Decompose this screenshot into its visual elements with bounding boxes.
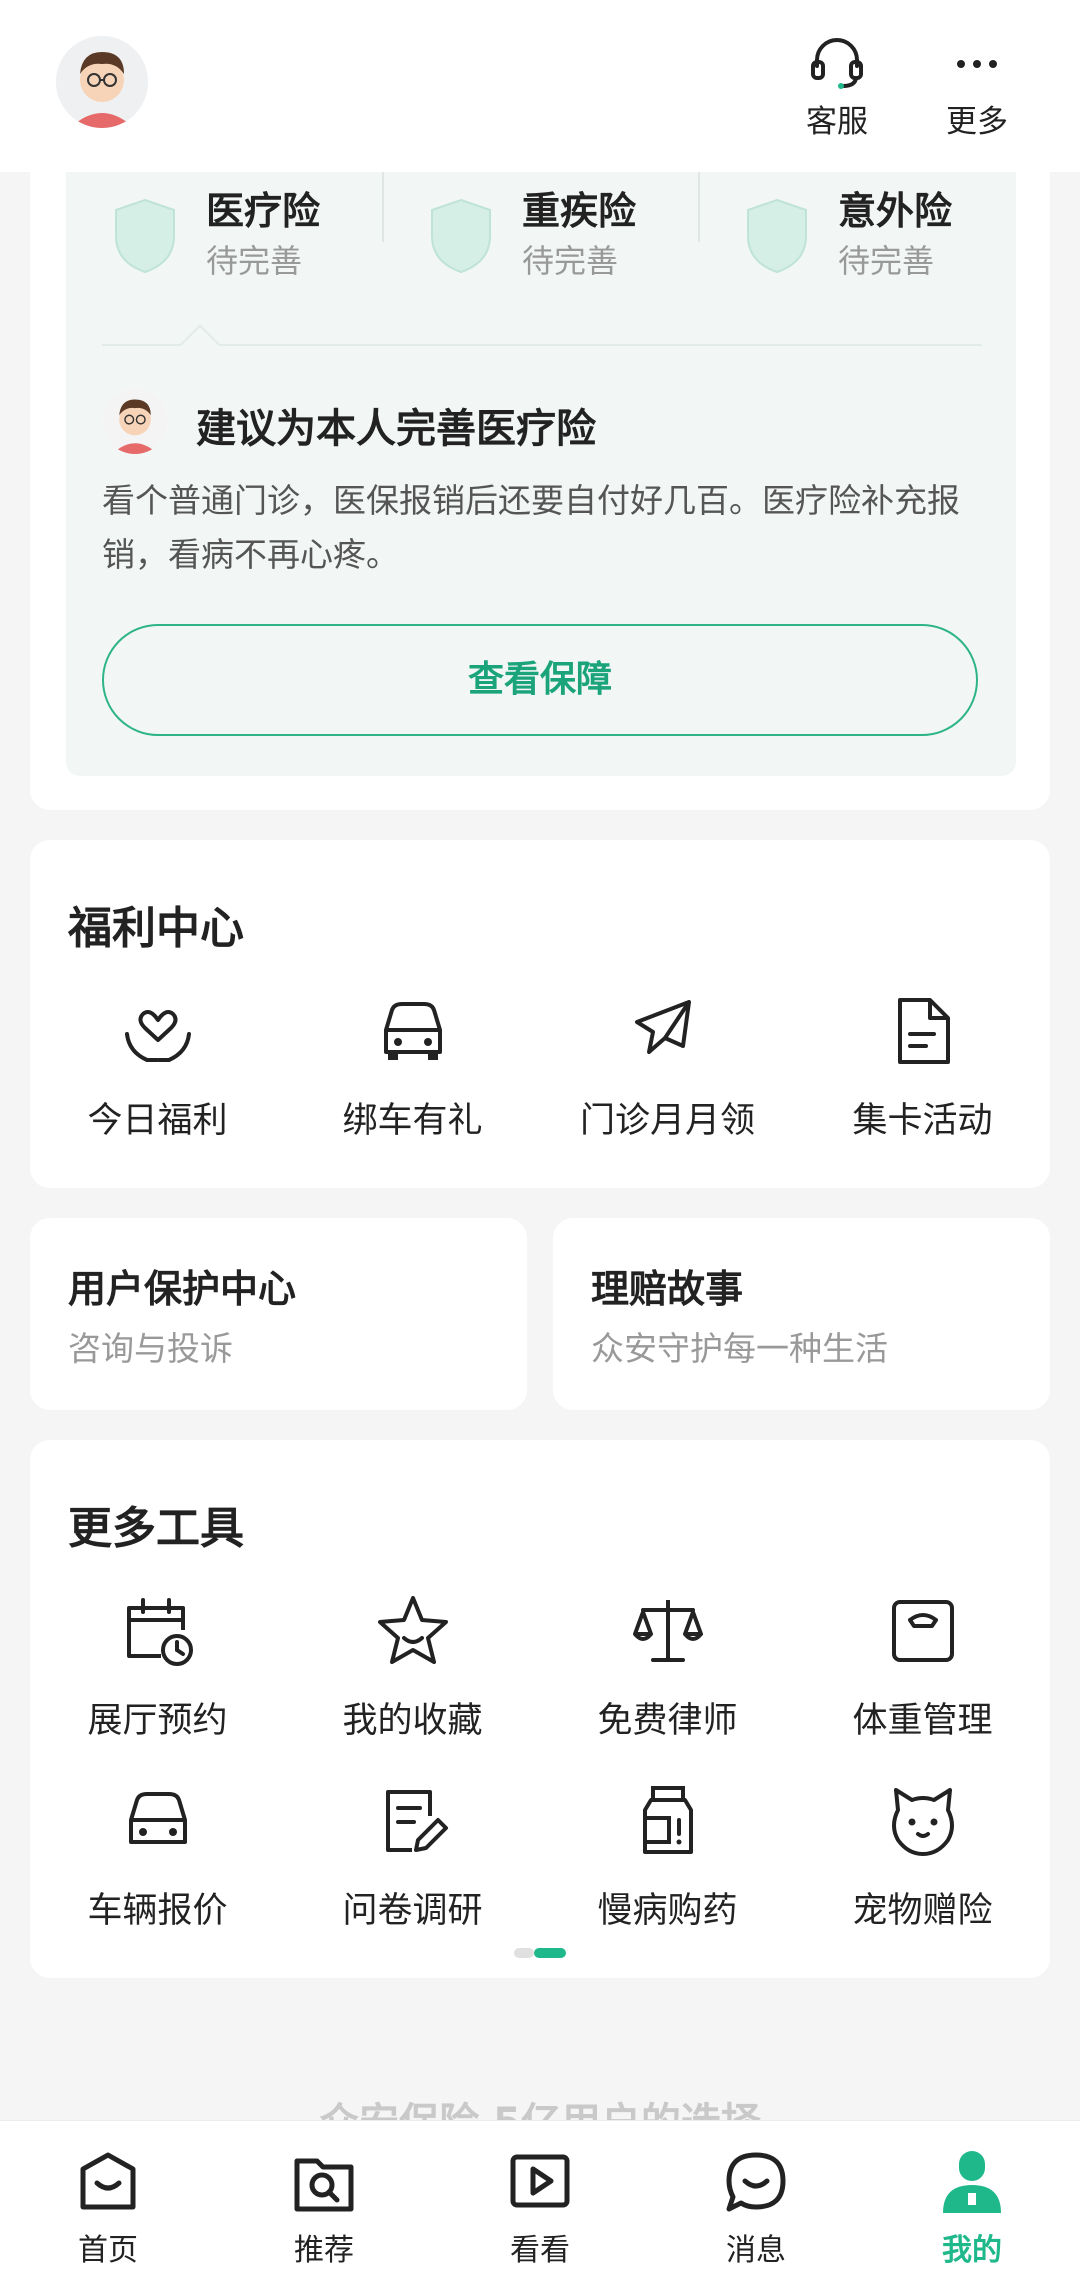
more-button[interactable]: 更多 (917, 30, 1037, 141)
benefit-label: 集卡活动 (852, 1101, 993, 1141)
more-tools-card: 更多工具 展厅预约 我的收藏 免费律师 体重管理 车辆报价 问卷调研 慢病购药 … (30, 1440, 1050, 1978)
tab-title: 意外险 (838, 189, 953, 233)
more-dots-icon (957, 60, 997, 68)
user-protection-title: 用户保护中心 (68, 1267, 297, 1311)
weight-scale-icon (891, 1600, 954, 1662)
tool-item-car-quote[interactable]: 车辆报价 (30, 1780, 285, 1933)
star-rocket-icon (634, 1000, 691, 1054)
nav-label: 推荐 (294, 2233, 354, 2268)
tab-title: 重疾险 (522, 189, 637, 233)
tool-label: 体重管理 (852, 1701, 993, 1741)
insurance-card: 医疗险 待完善 重疾险 待完善 意外险 待完善 建议为本人完善医疗险 看个普通门… (30, 140, 1050, 810)
insurance-tabs: 医疗险 待完善 重疾险 待完善 意外险 待完善 (66, 160, 1016, 290)
home-icon (80, 2152, 136, 2210)
nav-label: 我的 (942, 2233, 1002, 2268)
user-icon (943, 2151, 1001, 2213)
nav-label: 看看 (510, 2233, 570, 2268)
tool-label: 展厅预约 (87, 1701, 228, 1741)
tab-status: 待完善 (206, 242, 303, 280)
nav-watch[interactable]: 看看 (432, 2147, 648, 2269)
tool-item-favorites[interactable]: 我的收藏 (285, 1590, 540, 1743)
benefit-label: 今日福利 (87, 1101, 228, 1141)
car-icon (128, 1792, 187, 1844)
tab-pointer (180, 324, 220, 364)
customer-service-label: 客服 (806, 104, 868, 140)
heart-hands-icon (124, 1010, 191, 1062)
user-protection-subtitle: 咨询与投诉 (68, 1329, 233, 1368)
bottom-navigation: 首页 推荐 看看 消息 我的 (0, 2120, 1080, 2288)
tool-label: 问卷调研 (342, 1891, 483, 1931)
tool-item-survey[interactable]: 问卷调研 (285, 1780, 540, 1933)
suggestion-title: 建议为本人完善医疗险 (196, 406, 596, 452)
shield-icon (115, 198, 175, 274)
shield-icon (747, 198, 807, 274)
tool-label: 我的收藏 (342, 1701, 483, 1741)
benefit-item-clinic-monthly[interactable]: 门诊月月领 (540, 990, 795, 1143)
tool-label: 慢病购药 (597, 1891, 738, 1931)
tab-title: 医疗险 (206, 189, 321, 233)
scale-icon (632, 1600, 703, 1662)
tab-status: 待完善 (522, 242, 619, 280)
benefit-label: 门诊月月领 (579, 1101, 755, 1141)
car-icon (383, 1002, 442, 1060)
tool-item-weight[interactable]: 体重管理 (795, 1590, 1050, 1743)
nav-messages[interactable]: 消息 (648, 2147, 864, 2269)
more-label: 更多 (946, 104, 1008, 140)
search-folder-icon (294, 2158, 354, 2212)
tool-label: 宠物赠险 (852, 1891, 993, 1931)
customer-service-button[interactable]: 客服 (777, 30, 897, 141)
nav-recommend[interactable]: 推荐 (216, 2147, 432, 2269)
tab-medical-insurance[interactable]: 医疗险 待完善 (66, 180, 382, 290)
medicine-icon (642, 1786, 693, 1854)
claim-stories-subtitle: 众安守护每一种生活 (591, 1329, 888, 1368)
page-dot-inactive (514, 1948, 534, 1958)
tool-label: 车辆报价 (87, 1891, 228, 1931)
chat-bubble-icon (726, 2152, 786, 2212)
tool-item-free-lawyer[interactable]: 免费律师 (540, 1590, 795, 1743)
tool-item-pet-insurance[interactable]: 宠物赠险 (795, 1780, 1050, 1933)
star-icon (377, 1596, 448, 1664)
tab-critical-illness[interactable]: 重疾险 待完善 (382, 180, 698, 290)
top-header: 客服 更多 (0, 0, 1080, 172)
benefit-center-card: 福利中心 今日福利 绑车有礼 门诊月月领 集卡活动 (30, 840, 1050, 1188)
claim-stories-card[interactable]: 理赔故事 众安守护每一种生活 (553, 1218, 1050, 1410)
survey-icon (385, 1790, 448, 1852)
nav-mine[interactable]: 我的 (864, 2147, 1080, 2269)
dog-icon (891, 1788, 954, 1856)
benefit-item-car-gift[interactable]: 绑车有礼 (285, 990, 540, 1143)
headset-icon (811, 38, 863, 89)
document-icon (897, 998, 950, 1064)
user-protection-card[interactable]: 用户保护中心 咨询与投诉 (30, 1218, 527, 1410)
nav-label: 首页 (78, 2233, 138, 2268)
benefit-item-today[interactable]: 今日福利 (30, 990, 285, 1143)
benefit-item-card-collect[interactable]: 集卡活动 (795, 990, 1050, 1143)
user-avatar[interactable] (56, 36, 148, 128)
advisor-avatar (102, 388, 168, 454)
shield-icon (431, 198, 491, 274)
page-dot-active (534, 1948, 566, 1958)
insurance-panel: 医疗险 待完善 重疾险 待完善 意外险 待完善 建议为本人完善医疗险 看个普通门… (66, 140, 1016, 776)
tool-item-showroom[interactable]: 展厅预约 (30, 1590, 285, 1743)
divider (102, 344, 982, 346)
tool-label: 免费律师 (597, 1701, 738, 1741)
benefit-center-title: 福利中心 (68, 903, 244, 954)
tab-status: 待完善 (838, 242, 935, 280)
calendar-clock-icon (126, 1598, 193, 1666)
view-coverage-button[interactable]: 查看保障 (102, 624, 978, 736)
suggestion-description: 看个普通门诊，医保报销后还要自付好几百。医疗险补充报销，看病不再心疼。 (102, 481, 960, 574)
claim-stories-title: 理赔故事 (591, 1267, 744, 1311)
nav-label: 消息 (726, 2233, 786, 2268)
play-icon (510, 2154, 570, 2208)
benefit-label: 绑车有礼 (342, 1101, 483, 1141)
tab-accident-insurance[interactable]: 意外险 待完善 (698, 180, 1014, 290)
more-tools-title: 更多工具 (68, 1503, 244, 1554)
tool-item-chronic-medicine[interactable]: 慢病购药 (540, 1780, 795, 1933)
nav-home[interactable]: 首页 (0, 2147, 216, 2269)
page-indicator (514, 1948, 566, 1958)
